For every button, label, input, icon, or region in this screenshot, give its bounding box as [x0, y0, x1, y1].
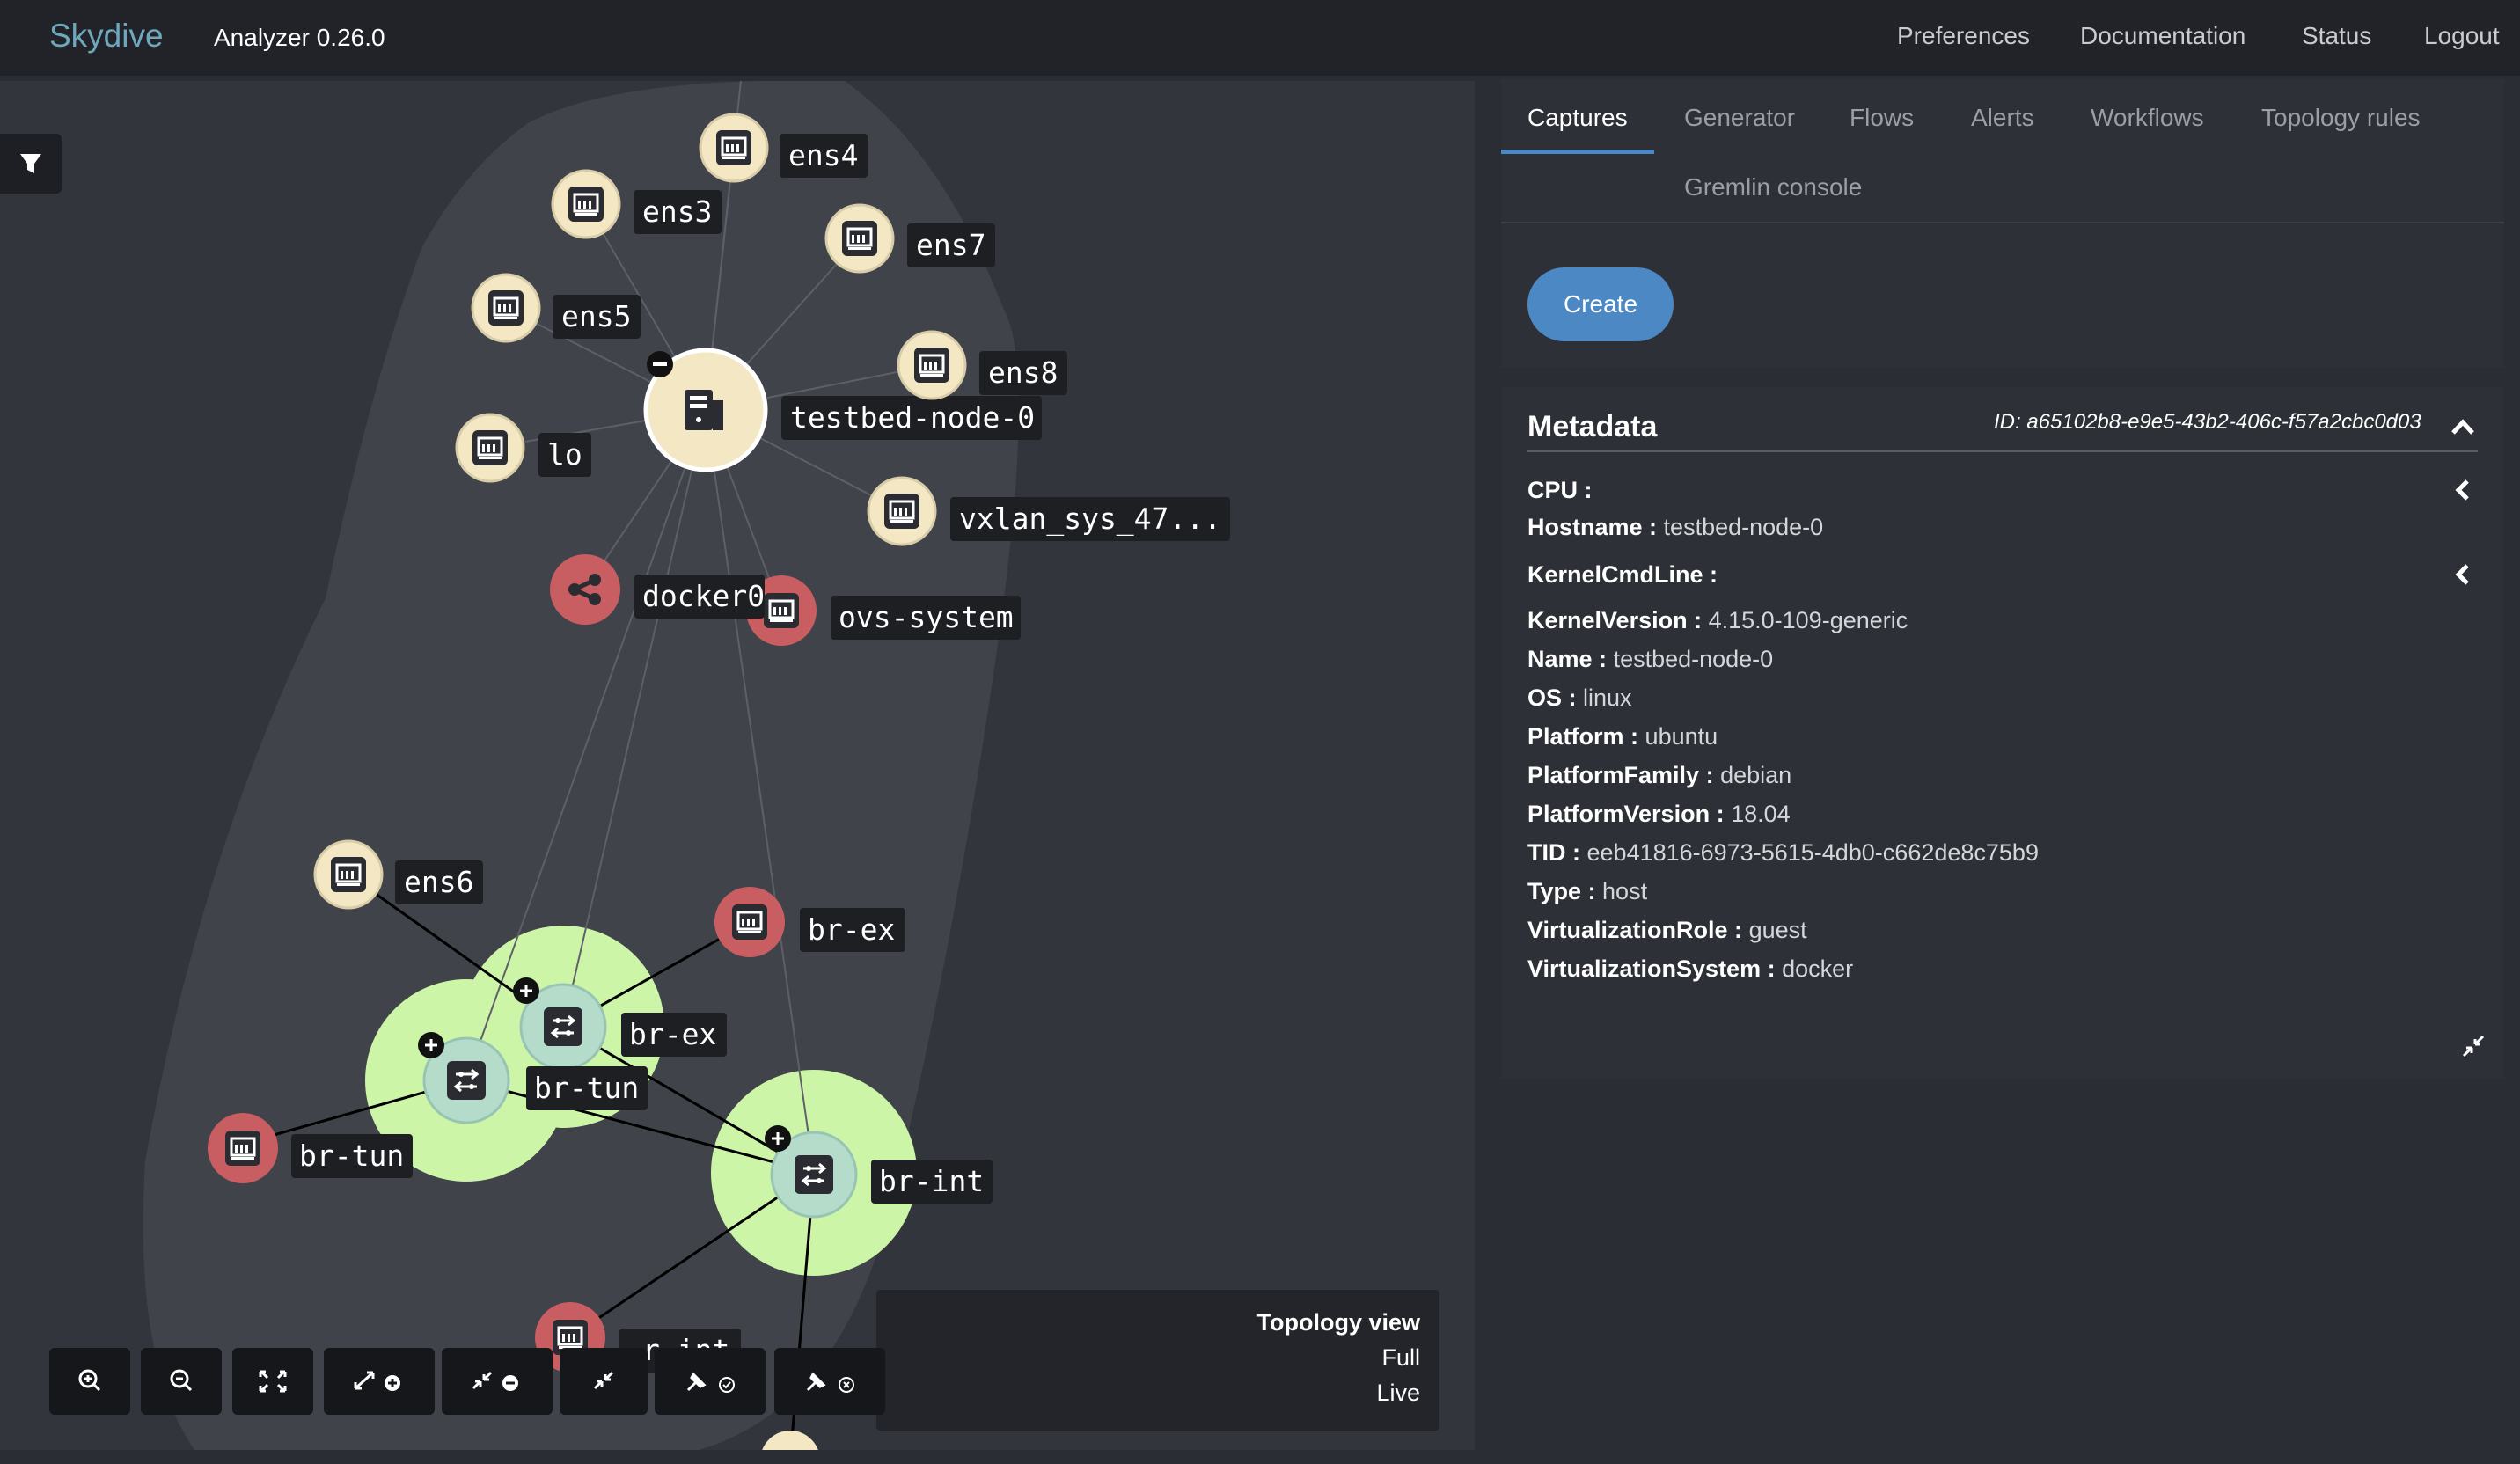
node-vxlan[interactable]: vxlan_sys_47...	[867, 476, 1230, 546]
metadata-row-platformversion: PlatformVersion : 18.04	[1527, 801, 1791, 827]
zoom-out-icon	[170, 1369, 193, 1392]
network-port-icon	[883, 492, 921, 531]
label-ens8: ens8	[988, 355, 1058, 390]
view-info-title: Topology view	[1256, 1309, 1420, 1336]
chevron-left-icon[interactable]	[2451, 561, 2474, 588]
network-port-icon	[840, 219, 879, 258]
label-ens6: ens6	[404, 865, 473, 899]
network-port-icon	[223, 1129, 262, 1168]
navbar: Skydive Analyzer 0.26.0 Preferences Docu…	[0, 0, 2520, 76]
nav-logout[interactable]: Logout	[2424, 22, 2500, 50]
collapse-icon	[593, 1371, 614, 1390]
collapse-all-icon	[472, 1371, 518, 1391]
metadata-id: ID: a65102b8-e9e5-43b2-406c-f57a2cbc0d03	[1994, 410, 2421, 434]
view-info-mode: Full	[1381, 1344, 1420, 1371]
fit-screen-button[interactable]	[232, 1348, 313, 1415]
metadata-row-kernelcmdline[interactable]: KernelCmdLine :	[1527, 561, 1718, 589]
bridge-icon	[793, 1153, 835, 1196]
collapse-all-button[interactable]	[442, 1348, 553, 1415]
label-host: testbed-node-0	[790, 400, 1035, 435]
analyzer-version: Analyzer 0.26.0	[214, 24, 385, 51]
zoom-in-icon	[78, 1369, 101, 1392]
chevron-up-icon[interactable]	[2448, 414, 2478, 438]
topology-graph[interactable]: testbed-node-0 ens4 ens3 ens7 ens5 ens8 …	[0, 81, 1475, 1450]
pin-all-icon	[686, 1372, 735, 1393]
label-ens5: ens5	[561, 299, 631, 333]
metadata-row-tid: TID : eeb41816-6973-5615-4db0-c662de8c75…	[1527, 839, 2039, 866]
network-port-icon	[567, 185, 605, 223]
node-partial-bottom[interactable]	[760, 1431, 820, 1450]
collapse-node-icon[interactable]	[653, 362, 667, 366]
metadata-row-type: Type : host	[1527, 878, 1648, 904]
metadata-row-os: OS : linux	[1527, 684, 1632, 711]
label-br-int: br-int	[879, 1164, 984, 1198]
metadata-title: Metadata	[1527, 410, 1658, 443]
unpin-all-icon	[806, 1372, 854, 1393]
view-info-state: Live	[1376, 1380, 1420, 1406]
brand-logo[interactable]: Skydive	[49, 18, 164, 55]
label-lo: lo	[547, 437, 582, 472]
active-tab-indicator	[1501, 150, 1654, 154]
label-br-tun: br-tun	[534, 1071, 639, 1105]
network-port-icon	[471, 428, 509, 467]
network-port-icon	[762, 591, 801, 630]
tab-generator[interactable]: Generator	[1684, 104, 1795, 132]
expand-all-button[interactable]	[324, 1348, 435, 1415]
label-vxlan: vxlan_sys_47...	[959, 501, 1221, 537]
metadata-row-virtualizationrole: VirtualizationRole : guest	[1527, 917, 1807, 943]
network-port-icon	[730, 903, 769, 941]
metadata-row-cpu[interactable]: CPU :	[1527, 477, 1593, 504]
bridge-icon	[542, 1006, 584, 1048]
collapse-button[interactable]	[560, 1348, 648, 1415]
tab-alerts[interactable]: Alerts	[1971, 104, 2034, 132]
topology-view-info: Topology view Full Live	[876, 1290, 1439, 1431]
network-port-icon	[912, 346, 951, 384]
network-port-icon	[487, 289, 525, 327]
tab-topology-rules[interactable]: Topology rules	[2261, 104, 2421, 132]
filter-icon	[20, 154, 41, 173]
nav-documentation[interactable]: Documentation	[2080, 22, 2245, 50]
label-ovs-system: ovs-system	[839, 600, 1014, 634]
network-port-icon	[714, 128, 753, 167]
create-capture-button[interactable]: Create	[1527, 267, 1674, 341]
metadata-divider	[1527, 450, 2478, 452]
metadata-row-kernelversion: KernelVersion : 4.15.0-109-generic	[1527, 607, 1908, 633]
metadata-row-platform: Platform : ubuntu	[1527, 723, 1718, 750]
tab-captures[interactable]: Captures	[1527, 104, 1628, 132]
pin-all-button[interactable]	[655, 1348, 766, 1415]
label-ens4: ens4	[788, 138, 858, 172]
metadata-row-name: Name : testbed-node-0	[1527, 646, 1774, 672]
topology-canvas[interactable]: testbed-node-0 ens4 ens3 ens7 ens5 ens8 …	[0, 81, 1475, 1450]
label-br-ex: br-ex	[629, 1017, 716, 1051]
tab-workflows[interactable]: Workflows	[2091, 104, 2204, 132]
zoom-in-button[interactable]	[49, 1348, 130, 1415]
label-br-tun-port: br-tun	[299, 1138, 404, 1173]
bridge-icon	[445, 1059, 487, 1102]
filter-button[interactable]	[0, 134, 62, 194]
metadata-row-virtualizationsystem: VirtualizationSystem : docker	[1527, 955, 1854, 982]
compress-icon[interactable]	[2460, 1033, 2487, 1059]
label-ens3: ens3	[642, 194, 712, 229]
tab-gremlin-console[interactable]: Gremlin console	[1684, 173, 1862, 201]
nav-status[interactable]: Status	[2302, 22, 2371, 50]
metadata-row-hostname: Hostname : testbed-node-0	[1527, 514, 1824, 540]
fit-screen-icon	[259, 1370, 287, 1393]
expand-all-icon	[354, 1371, 400, 1391]
metadata-row-platformfamily: PlatformFamily : debian	[1527, 762, 1792, 788]
label-ens7: ens7	[916, 228, 985, 262]
label-docker0: docker0	[642, 579, 765, 613]
chevron-left-icon[interactable]	[2451, 477, 2474, 503]
tab-flows[interactable]: Flows	[1850, 104, 1914, 132]
network-port-icon	[329, 855, 368, 894]
zoom-out-button[interactable]	[141, 1348, 222, 1415]
unpin-all-button[interactable]	[774, 1348, 885, 1415]
nav-preferences[interactable]: Preferences	[1897, 22, 2030, 50]
label-br-ex-port: br-ex	[808, 912, 895, 947]
tab-divider	[1501, 222, 2504, 223]
